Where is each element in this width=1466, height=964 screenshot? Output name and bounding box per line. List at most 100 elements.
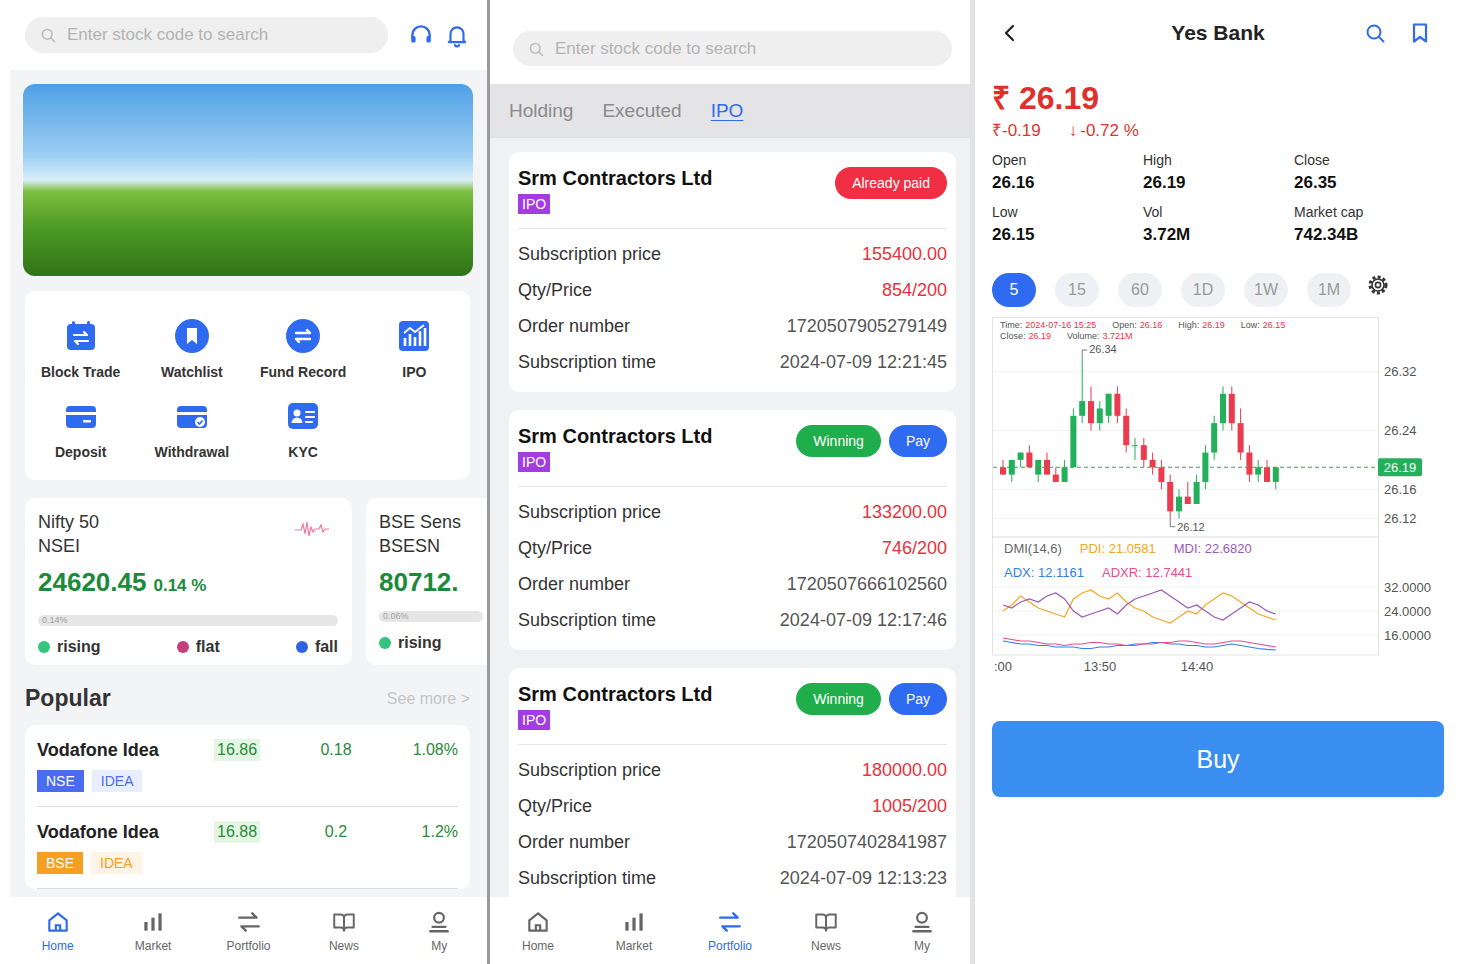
menu-item[interactable]: Fund Record xyxy=(248,318,359,380)
field-value: 2024-07-09 12:13:23 xyxy=(780,868,947,889)
order-card[interactable]: Srm Contractors LtdIPOWinningPaySubscrip… xyxy=(509,410,956,650)
nav-item[interactable]: My xyxy=(874,909,970,953)
indicator-legend-item: ADX: 12.1161 xyxy=(1004,565,1084,581)
nav-item[interactable]: News xyxy=(296,909,391,953)
market-icon xyxy=(140,909,166,935)
buy-button[interactable]: Buy xyxy=(992,721,1444,797)
search-input[interactable] xyxy=(555,39,938,59)
status-badge[interactable]: Already paid xyxy=(835,167,947,199)
order-field: Subscription time2024-07-09 12:17:46 xyxy=(518,602,947,638)
stock-title: Yes Bank xyxy=(1074,21,1362,45)
y-tick: 26.24 xyxy=(1384,423,1417,438)
interval-button[interactable]: 60 xyxy=(1118,273,1162,307)
interval-button[interactable]: 1W xyxy=(1244,273,1288,307)
index-code: BSESN xyxy=(379,534,483,558)
menu-label: Block Trade xyxy=(41,364,120,380)
menu-label: Watchlist xyxy=(161,364,223,380)
menu-item[interactable]: Deposit xyxy=(25,398,136,460)
stock-price: ₹ 26.19 xyxy=(992,80,1444,116)
tab[interactable]: IPO xyxy=(711,99,744,123)
candle xyxy=(1246,445,1252,482)
stock-name: Vodafone Idea xyxy=(37,739,214,761)
stock-change: 0.18 xyxy=(320,739,351,761)
indicator-line xyxy=(1003,590,1276,620)
field-value: 180000.00 xyxy=(862,760,947,781)
search-input[interactable] xyxy=(67,25,374,45)
nav-item[interactable]: Portfolio xyxy=(201,909,296,953)
search-bar[interactable] xyxy=(25,17,388,53)
index-card[interactable]: BSE SensBSESN80712.0.06%rising xyxy=(366,498,487,665)
order-card[interactable]: Srm Contractors LtdIPOAlready paidSubscr… xyxy=(509,152,956,392)
tooltip-label: High: xyxy=(1178,320,1199,330)
gear-icon[interactable] xyxy=(1366,273,1390,297)
menu-item[interactable]: Block Trade xyxy=(25,318,136,380)
nav-label: News xyxy=(811,939,841,953)
stock-row[interactable]: Vodafone Idea16.860.181.08%NSEIDEA xyxy=(37,725,458,807)
stat-label: Market cap xyxy=(1294,202,1444,222)
menu-item[interactable]: Withdrawal xyxy=(136,398,247,460)
nav-item[interactable]: Portfolio xyxy=(682,909,778,953)
nav-item[interactable]: News xyxy=(778,909,874,953)
bell-icon[interactable] xyxy=(444,22,470,48)
stock-row-top: Vodafone Idea16.880.21.2% xyxy=(37,821,458,843)
order-header: Srm Contractors LtdIPOAlready paid xyxy=(518,166,947,229)
status-badge[interactable]: Winning xyxy=(796,425,881,457)
interval-button[interactable]: 15 xyxy=(1055,273,1099,307)
status-badge[interactable]: Pay xyxy=(889,683,947,715)
order-card[interactable]: Srm Contractors LtdIPOWinningPaySubscrip… xyxy=(509,668,956,897)
chart-tooltip: Time:2024-07-16 15:25Open:26.16High:26.1… xyxy=(1000,320,1380,342)
nav-label: My xyxy=(914,939,930,953)
stock-row[interactable]: Vodafone Idea16.880.21.2%BSEIDEA xyxy=(37,807,458,889)
stat-value: 26.15 xyxy=(992,222,1143,248)
stock-price: 16.88 xyxy=(214,821,260,843)
back-arrow-icon[interactable] xyxy=(998,21,1022,45)
candle xyxy=(1194,475,1200,504)
index-card[interactable]: Nifty 50NSEI24620.450.14 %0.14%risingfla… xyxy=(25,498,352,665)
tab[interactable]: Executed xyxy=(602,99,681,123)
ipo-tag: IPO xyxy=(518,194,550,214)
candle xyxy=(1255,460,1261,482)
interval-button[interactable]: 1M xyxy=(1307,273,1351,307)
nav-item[interactable]: Home xyxy=(490,909,586,953)
legend-item: fall xyxy=(296,637,338,657)
tooltip-label: Close: xyxy=(1000,331,1026,341)
tab[interactable]: Holding xyxy=(509,99,573,123)
see-more-link[interactable]: See more > xyxy=(387,690,470,708)
chart-canvas[interactable]: 26.3226.2426.1626.1226.3426.1226.1932.00… xyxy=(992,317,1444,677)
search-icon[interactable] xyxy=(1363,21,1387,45)
price-change: ₹-0.19↓-0.72 % xyxy=(992,120,1444,142)
indicator-legend-item: MDI: 22.6820 xyxy=(1174,541,1252,557)
portfolio-icon xyxy=(236,909,262,935)
sparkline-icon xyxy=(294,518,338,542)
portfolio-header xyxy=(490,0,970,84)
home-content: Block Trade Watchlist Fund RecordIPO Deposi… xyxy=(10,70,487,897)
menu-item[interactable]: KYC xyxy=(248,398,359,460)
interval-button[interactable]: 1D xyxy=(1181,273,1225,307)
status-badge[interactable]: Pay xyxy=(889,425,947,457)
headset-icon[interactable] xyxy=(408,22,434,48)
interval-button[interactable]: 5 xyxy=(992,273,1036,307)
candle xyxy=(1026,445,1032,467)
grid-line xyxy=(993,611,1378,612)
exchange-tag: NSE xyxy=(37,770,84,792)
status-badge[interactable]: Winning xyxy=(796,683,881,715)
bookmark-icon[interactable] xyxy=(1408,21,1432,45)
nav-item[interactable]: Home xyxy=(10,909,105,953)
order-field: Order number1720507905279149 xyxy=(518,308,947,344)
nav-item[interactable]: My xyxy=(392,909,487,953)
field-label: Order number xyxy=(518,574,630,595)
price-chart[interactable]: 26.3226.2426.1626.1226.3426.1226.1932.00… xyxy=(992,317,1444,677)
nav-item[interactable]: Market xyxy=(586,909,682,953)
banner-image[interactable] xyxy=(23,84,473,276)
menu-item[interactable]: IPO xyxy=(359,318,470,380)
my-icon xyxy=(426,909,452,935)
search-bar[interactable] xyxy=(513,31,952,66)
change-amount: ₹-0.19 xyxy=(992,120,1041,142)
low-marker xyxy=(1170,519,1175,527)
nav-item[interactable]: Market xyxy=(105,909,200,953)
tooltip-label: Open: xyxy=(1112,320,1137,330)
menu-item[interactable]: Watchlist xyxy=(136,318,247,380)
field-value: 854/200 xyxy=(882,280,947,301)
candle xyxy=(1123,408,1129,452)
order-field: Qty/Price1005/200 xyxy=(518,788,947,824)
